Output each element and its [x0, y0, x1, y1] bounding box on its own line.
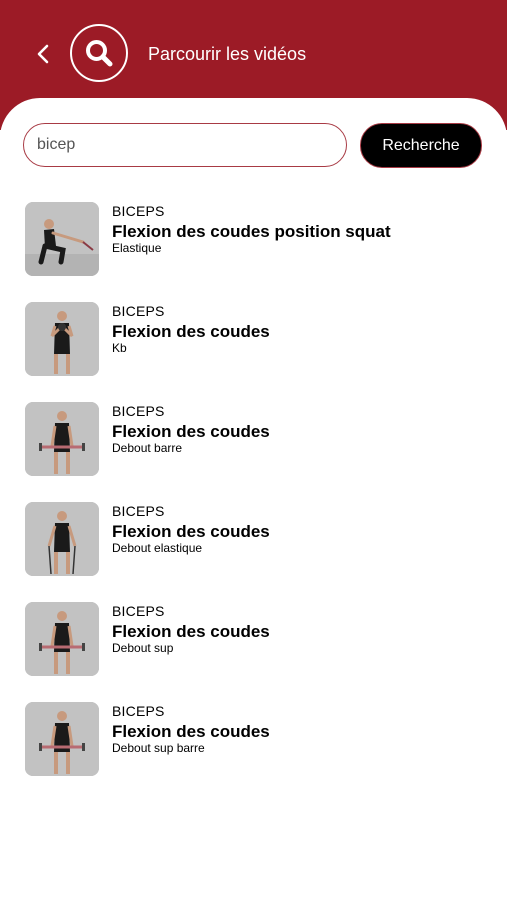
- search-icon-button[interactable]: [70, 24, 128, 82]
- exercise-variant: Kb: [112, 341, 127, 355]
- list-item[interactable]: BICEPS Flexion des coudes Debout sup: [0, 602, 507, 702]
- search-icon: [86, 40, 113, 67]
- list-item-text: BICEPS Flexion des coudes Debout sup barre: [112, 703, 492, 755]
- video-thumbnail[interactable]: [25, 602, 99, 676]
- list-item[interactable]: BICEPS Flexion des coudes position squat E…: [0, 202, 507, 302]
- category-label: BICEPS: [112, 303, 165, 319]
- category-label: BICEPS: [112, 703, 165, 719]
- exercise-variant: Elastique: [112, 241, 162, 255]
- list-item[interactable]: BICEPS Flexion des coudes Debout sup barre: [0, 702, 507, 802]
- list-item-text: BICEPS Flexion des coudes Debout sup: [112, 603, 492, 655]
- exercise-title: Flexion des coudes: [112, 622, 270, 641]
- search-input[interactable]: [23, 123, 347, 167]
- category-label: BICEPS: [112, 203, 165, 219]
- chevron-left-icon: [37, 44, 49, 64]
- page-title: Parcourir les vidéos: [148, 44, 307, 64]
- exercise-variant: Debout elastique: [112, 541, 203, 555]
- video-thumbnail[interactable]: [25, 302, 99, 376]
- exercise-title: Flexion des coudes: [112, 422, 270, 441]
- exercise-title: Flexion des coudes: [112, 722, 270, 741]
- video-thumbnail[interactable]: [25, 202, 99, 276]
- list-item[interactable]: BICEPS Flexion des coudes Debout barre: [0, 402, 507, 502]
- exercise-variant: Debout sup barre: [112, 741, 205, 755]
- list-item[interactable]: BICEPS Flexion des coudes Kb: [0, 302, 507, 402]
- exercise-variant: Debout sup: [112, 641, 174, 655]
- list-item-text: BICEPS Flexion des coudes Debout barre: [112, 403, 492, 455]
- results-list: BICEPS Flexion des coudes position squat E…: [0, 202, 507, 802]
- search-button[interactable]: Recherche: [360, 123, 482, 168]
- exercise-variant: Debout barre: [112, 441, 183, 455]
- video-thumbnail[interactable]: [25, 702, 99, 776]
- exercise-title: Flexion des coudes: [112, 522, 270, 541]
- video-thumbnail[interactable]: [25, 402, 99, 476]
- exercise-title: Flexion des coudes: [112, 322, 270, 341]
- category-label: BICEPS: [112, 503, 165, 519]
- video-thumbnail[interactable]: [25, 502, 99, 576]
- list-item-text: BICEPS Flexion des coudes Kb: [112, 303, 492, 355]
- category-label: BICEPS: [112, 603, 165, 619]
- category-label: BICEPS: [112, 403, 165, 419]
- list-item-text: BICEPS Flexion des coudes position squat E…: [112, 203, 492, 255]
- list-item-text: BICEPS Flexion des coudes Debout elastique: [112, 503, 492, 555]
- exercise-title: Flexion des coudes position squat: [112, 222, 391, 241]
- list-item[interactable]: BICEPS Flexion des coudes Debout elastique: [0, 502, 507, 602]
- back-button[interactable]: [30, 38, 56, 70]
